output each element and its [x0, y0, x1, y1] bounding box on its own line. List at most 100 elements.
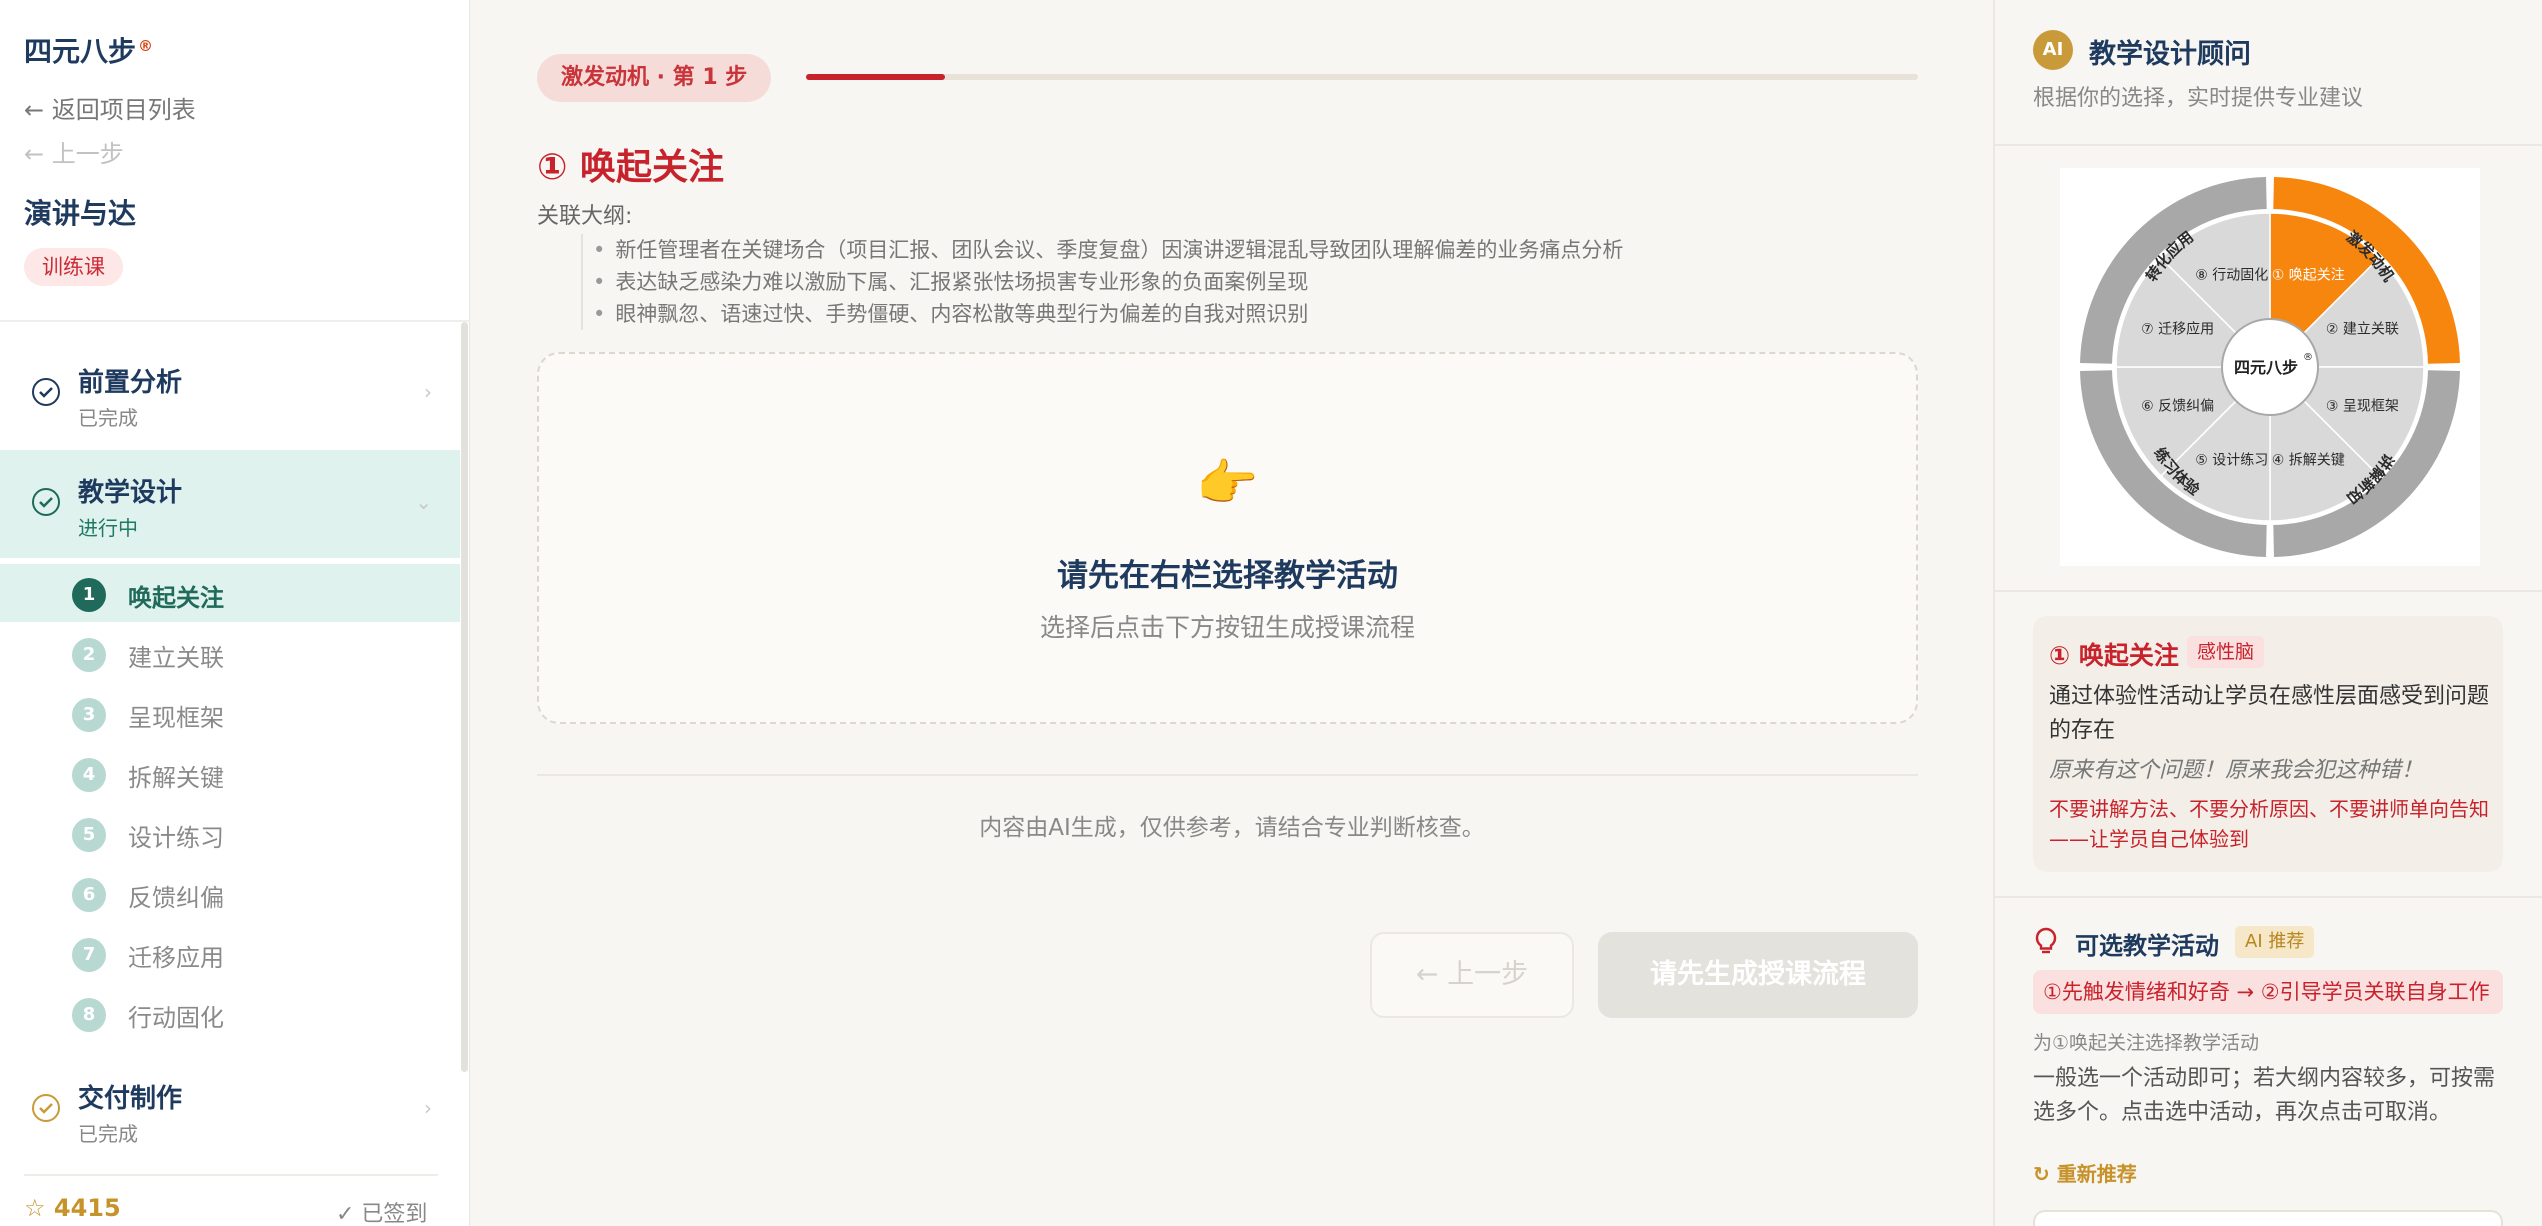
check-circle-icon — [32, 378, 60, 406]
progress-bar — [806, 74, 1918, 80]
ai-recommend-tag: AI 推荐 — [2235, 926, 2315, 958]
stage-teaching-design[interactable]: 教学设计 进行中 ⌄ — [0, 450, 460, 558]
stage-delivery[interactable]: 交付制作 已完成 › — [0, 1056, 460, 1164]
step-item-5[interactable]: 5 设计练习 — [0, 804, 460, 862]
wheel-center-label: 四元八步 — [2234, 358, 2298, 377]
step-label: 设计练习 — [128, 824, 224, 852]
step-item-4[interactable]: 4 拆解关键 — [0, 744, 460, 802]
step-indicator-pill: 激发动机 · 第 1 步 — [537, 54, 772, 102]
refresh-recommend-button[interactable]: ↻ 重新推荐 — [2033, 1158, 2137, 1187]
check-circle-icon — [32, 1094, 60, 1122]
step-label: 行动固化 — [128, 1004, 224, 1032]
stage-title: 教学设计 — [78, 478, 183, 508]
step-item-7[interactable]: 7 迁移应用 — [0, 924, 460, 982]
step-label: 拆解关键 — [128, 764, 224, 792]
step-number: 1 — [72, 578, 106, 612]
list-item: 新任管理者在关键场合（项目汇报、团队会议、季度复盘）因演讲逻辑混乱导致团队理解偏… — [593, 234, 1623, 266]
content-divider — [537, 774, 1918, 776]
wheel-segment-label: ⑥ 反馈纠偏 — [2141, 398, 2214, 414]
pointing-hand-icon: 👉 — [1196, 454, 1259, 512]
progress-fill — [806, 74, 945, 80]
advisor-title: 教学设计顾问 — [2089, 39, 2251, 70]
previous-step-link[interactable]: ← 上一步 — [24, 134, 124, 169]
step-number: 8 — [72, 998, 106, 1032]
ai-badge-icon: AI — [2033, 30, 2073, 70]
wheel-diagram: ① 唤起关注 ② 建立关联 ③ 呈现框架 ④ 拆解关键⑤ 设计练习 ⑥ 反馈纠偏 ⑦ 迁移… — [2080, 177, 2460, 557]
step-item-2[interactable]: 2 建立关联 — [0, 624, 460, 682]
options-title: 可选教学活动 — [2075, 932, 2219, 960]
outline-label: 关联大纲: — [537, 204, 633, 229]
wheel-segment-label: ⑦ 迁移应用 — [2141, 321, 2214, 338]
panel-divider — [1995, 896, 2542, 898]
outline-list: 新任管理者在关键场合（项目汇报、团队会议、季度复盘）因演讲逻辑混乱导致团队理解偏… — [581, 234, 1623, 330]
sidebar-scrollbar[interactable] — [461, 322, 468, 1072]
step-label: 呈现框架 — [128, 704, 224, 732]
card-tag: 感性脑 — [2187, 636, 2265, 668]
card-quote: 原来有这个问题！原来我会犯这种错！ — [2049, 758, 2424, 783]
stage-title: 交付制作 — [78, 1084, 183, 1114]
stage-title: 前置分析 — [78, 368, 183, 398]
empty-state-subtitle: 选择后点击下方按钮生成授课流程 — [1039, 613, 1415, 642]
options-subtitle: 为①唤起关注选择教学活动 — [2033, 1032, 2260, 1054]
step-number: 5 — [72, 818, 106, 852]
step-number: 2 — [72, 638, 106, 672]
card-title: ① 唤起关注 — [2049, 641, 2179, 670]
wheel-segment-label: ⑤ 设计练习 — [2195, 452, 2268, 468]
page-title: ① 唤起关注 — [537, 147, 725, 188]
left-sidebar: 四元八步 ® ← 返回项目列表 ← 上一步 演讲与达 训练课 前置分析 已完成 ›… — [0, 0, 470, 1226]
stage-status: 已完成 — [78, 406, 138, 430]
step-number: 7 — [72, 938, 106, 972]
advisor-subtitle: 根据你的选择，实时提供专业建议 — [2033, 86, 2364, 111]
panel-divider — [1995, 144, 2542, 146]
panel-divider — [1995, 590, 2542, 592]
stage-status: 进行中 — [78, 516, 138, 540]
wheel-segment-label: ① 唤起关注 — [2272, 267, 2345, 284]
step-item-1[interactable]: 1 唤起关注 — [0, 564, 460, 622]
chevron-right-icon: › — [424, 1096, 432, 1120]
check-circle-icon — [32, 488, 60, 516]
back-to-projects-link[interactable]: ← 返回项目列表 — [24, 90, 196, 125]
wheel-segment-label: ④ 拆解关键 — [2272, 452, 2345, 468]
step-item-8[interactable]: 8 行动固化 — [0, 984, 460, 1042]
options-flow: ①先触发情绪和好奇 → ②引导学员关联自身工作 — [2033, 970, 2503, 1014]
options-description: 一般选一个活动即可；若大纲内容较多，可按需选多个。点击选中活动，再次点击可取消。 — [2033, 1066, 2496, 1125]
sidebar-divider — [24, 1174, 438, 1176]
step-number: 3 — [72, 698, 106, 732]
card-description: 通过体验性活动让学员在感性层面感受到问题的存在 — [2049, 684, 2490, 743]
project-title: 演讲与达 — [24, 197, 137, 230]
ai-disclaimer: 内容由AI生成，仅供参考，请结合专业判断核查。 — [979, 815, 1485, 841]
main-content: 激发动机 · 第 1 步 ① 唤起关注 关联大纲: 新任管理者在关键场合（项目汇… — [471, 0, 1993, 1226]
stage-pre-analysis[interactable]: 前置分析 已完成 › — [0, 340, 460, 448]
step-item-6[interactable]: 6 反馈纠偏 — [0, 864, 460, 922]
step-number: 6 — [72, 878, 106, 912]
advisor-panel: AI 教学设计顾问 根据你的选择，实时提供专业建议 ① 唤起关注 ② 建立关联 ③ … — [1993, 0, 2542, 1226]
eight-step-wheel: ① 唤起关注 ② 建立关联 ③ 呈现框架 ④ 拆解关键 ⑤ 设计练习 ⑥ 反馈纠偏 ⑦ 迁移… — [2060, 168, 2480, 566]
empty-state-title: 请先在右栏选择教学活动 — [1057, 558, 1398, 594]
step-label: 迁移应用 — [128, 944, 224, 972]
points-counter: ☆ 4415 — [24, 1194, 121, 1222]
previous-step-button[interactable]: ← 上一步 — [1370, 932, 1574, 1018]
card-warning: 不要讲解方法、不要分析原因、不要讲师单向告知——让学员自己体验到 — [2049, 797, 2489, 851]
wheel-segment-label: ② 建立关联 — [2326, 322, 2399, 338]
list-item: 眼神飘忽、语速过快、手势僵硬、内容松散等典型行为偏差的自我对照识别 — [593, 298, 1623, 330]
step-info-card: ① 唤起关注 感性脑 通过体验性活动让学员在感性层面感受到问题的存在 原来有这个… — [2033, 616, 2503, 872]
wheel-segment-label: ⑧ 行动固化 — [2195, 268, 2268, 284]
step-label: 唤起关注 — [128, 584, 224, 612]
brand-logo: 四元八步 ® — [24, 35, 154, 68]
chevron-right-icon: › — [424, 380, 432, 404]
list-item: 表达缺乏感染力难以激励下属、汇报紧张怯场损害专业形象的负面案例呈现 — [593, 266, 1623, 298]
step-label: 建立关联 — [128, 644, 224, 672]
generate-flow-button[interactable]: 请先生成授课流程 — [1598, 932, 1918, 1018]
sidebar-divider — [0, 320, 470, 322]
step-item-3[interactable]: 3 呈现框架 — [0, 684, 460, 742]
wheel-segment-label: ③ 呈现框架 — [2326, 398, 2399, 414]
step-label: 反馈纠偏 — [128, 884, 224, 912]
stage-status: 已完成 — [78, 1122, 138, 1146]
activity-card[interactable] — [2033, 1210, 2503, 1226]
empty-state-panel: 👉 请先在右栏选择教学活动 选择后点击下方按钮生成授课流程 — [537, 352, 1918, 724]
wheel-center-mark: ® — [2303, 352, 2313, 363]
step-number: 4 — [72, 758, 106, 792]
checkin-status[interactable]: ✓ 已签到 — [336, 1196, 427, 1226]
lightbulb-icon — [2033, 926, 2059, 960]
chevron-down-icon: ⌄ — [415, 490, 432, 514]
